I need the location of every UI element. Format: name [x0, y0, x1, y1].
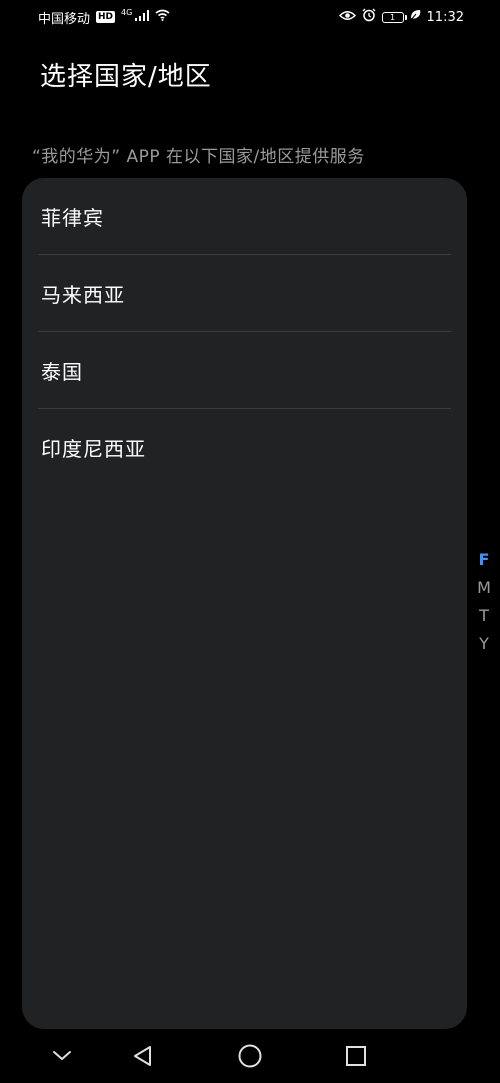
alpha-index-t[interactable]: T — [476, 605, 492, 627]
signal-icon — [135, 9, 150, 25]
network-type-label: 4G — [121, 7, 133, 17]
hd-badge: HD — [96, 11, 116, 23]
wifi-icon — [155, 9, 170, 25]
page-subtitle: “我的华为” APP 在以下国家/地区提供服务 — [32, 147, 365, 167]
status-right: 1 11:32 — [338, 8, 464, 26]
country-list: 菲律宾 马来西亚 泰国 印度尼西亚 — [22, 178, 467, 486]
country-item-thailand[interactable]: 泰国 — [38, 332, 451, 409]
battery-icon: 1 — [381, 11, 407, 23]
alpha-index-m[interactable]: M — [476, 577, 492, 599]
page-title: 选择国家/地区 — [40, 62, 212, 92]
clock-time: 11:32 — [426, 9, 464, 25]
navigation-bar — [0, 1029, 500, 1083]
carrier-label: 中国移动 — [38, 11, 91, 27]
battery-level: 1 — [389, 12, 396, 22]
country-item-philippines[interactable]: 菲律宾 — [38, 178, 451, 255]
recents-square-icon[interactable] — [336, 1036, 376, 1076]
country-list-card: 菲律宾 马来西亚 泰国 印度尼西亚 — [22, 178, 467, 1029]
alarm-icon — [362, 8, 376, 26]
back-triangle-icon[interactable] — [123, 1036, 163, 1076]
alpha-index-y[interactable]: Y — [476, 633, 492, 655]
eye-icon — [338, 10, 356, 25]
chevron-down-icon[interactable] — [42, 1036, 82, 1076]
country-item-indonesia[interactable]: 印度尼西亚 — [38, 409, 451, 486]
status-bar: 中国移动 HD 4G 1 11:32 — [0, 0, 500, 34]
leaf-icon — [410, 9, 421, 25]
alphabet-index: F M T Y — [476, 549, 492, 655]
alpha-index-f[interactable]: F — [476, 549, 492, 571]
country-item-malaysia[interactable]: 马来西亚 — [38, 255, 451, 332]
status-left: 中国移动 HD 4G — [38, 8, 170, 27]
home-circle-icon[interactable] — [230, 1036, 270, 1076]
